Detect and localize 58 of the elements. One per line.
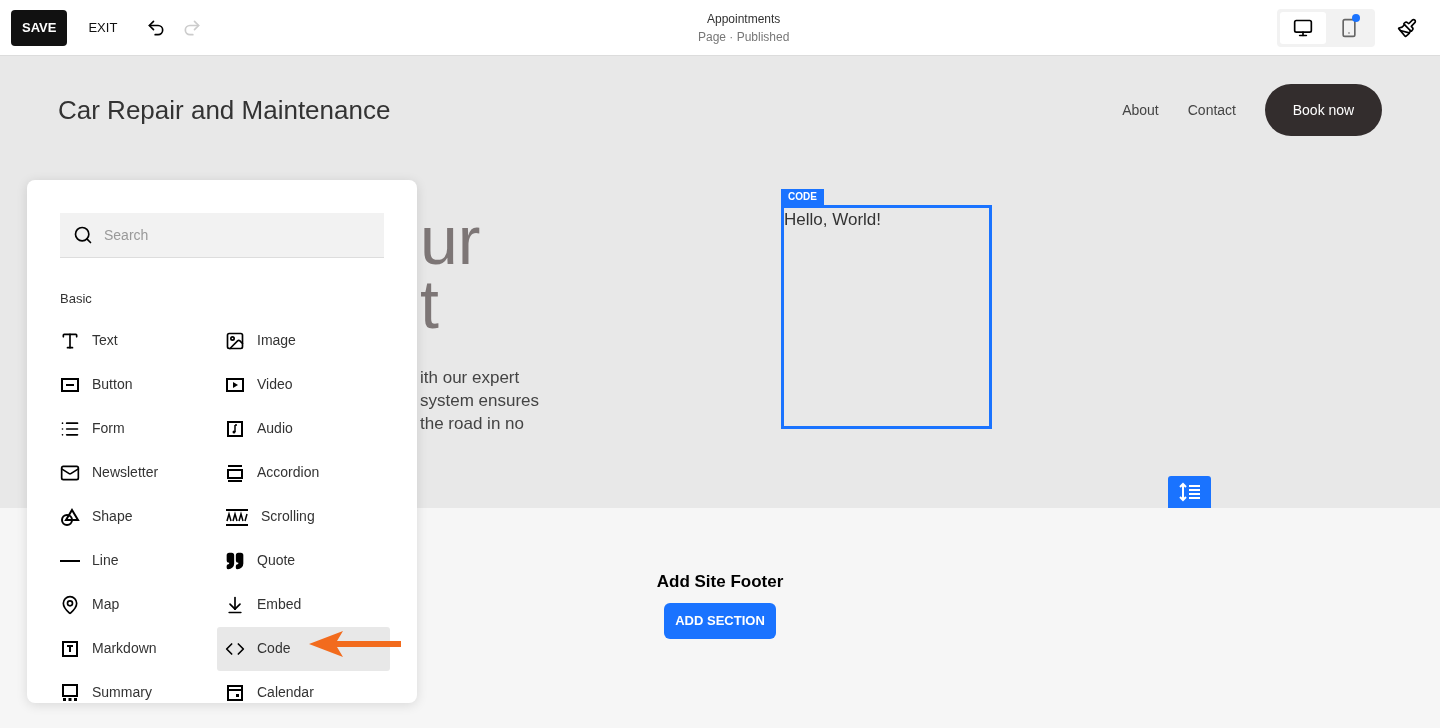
block-option[interactable]: Button [52, 362, 217, 407]
desktop-view-button[interactable] [1280, 11, 1326, 44]
block-option[interactable]: Map [52, 582, 217, 627]
block-option[interactable]: Line [52, 538, 217, 583]
block-option[interactable]: Image [217, 318, 390, 363]
hero-text: system ensures [420, 390, 540, 412]
music-note-icon [225, 418, 245, 439]
redo-icon [182, 17, 203, 38]
hero-heading: ur [420, 208, 481, 272]
accordion-icon [225, 462, 245, 483]
exit-button[interactable]: EXIT [77, 17, 129, 38]
site-title: Car Repair and Maintenance [58, 93, 392, 127]
image-icon [225, 330, 245, 351]
spacing-button[interactable] [1168, 476, 1211, 508]
block-option[interactable]: Code [217, 626, 390, 671]
footer-heading: Add Site Footer [656, 571, 784, 593]
phone-icon [1339, 17, 1359, 38]
block-option[interactable]: Audio [217, 406, 390, 451]
search-field[interactable]: Search [60, 213, 384, 258]
block-option[interactable]: Calendar [217, 670, 390, 715]
block-option[interactable]: Newsletter [52, 450, 217, 495]
section-heading: Basic [60, 290, 93, 308]
summary-icon [60, 682, 80, 703]
block-option[interactable]: Markdown [52, 626, 217, 671]
download-icon [225, 594, 245, 615]
block-option[interactable]: Form [52, 406, 217, 451]
block-option[interactable]: Accordion [217, 450, 390, 495]
desktop-icon [1293, 17, 1313, 38]
book-now-button[interactable]: Book now [1265, 84, 1382, 136]
block-option[interactable]: Video [217, 362, 390, 407]
line-icon [60, 559, 80, 562]
shape-icon [60, 506, 80, 527]
quote-icon [225, 550, 245, 571]
hero-text: the road in no [420, 413, 524, 435]
hero-heading: t [420, 272, 439, 336]
scrolling-icon [225, 506, 249, 527]
nav-link[interactable]: About [1122, 99, 1159, 121]
code-block-label: CODE [781, 189, 824, 205]
markdown-icon [60, 638, 80, 659]
save-button[interactable]: SAVE [11, 9, 68, 46]
add-section-button[interactable]: ADD SECTION [664, 602, 776, 639]
block-option[interactable]: Text [52, 318, 217, 363]
page-title: Appointments [706, 10, 781, 28]
search-icon [73, 225, 93, 245]
calendar-icon [225, 682, 245, 703]
block-option[interactable]: Shape [52, 494, 217, 539]
map-pin-icon [60, 594, 80, 615]
code-block[interactable]: Hello, World! [781, 205, 992, 429]
hero-text: ith our expert [420, 367, 520, 389]
block-option[interactable]: Embed [217, 582, 390, 627]
page-status: Page · Published [697, 28, 790, 46]
block-option[interactable]: Quote [217, 538, 390, 583]
nav-link[interactable]: Contact [1187, 99, 1236, 121]
block-option[interactable]: Summary [52, 670, 217, 715]
code-output: Hello, World! [784, 210, 881, 229]
block-option[interactable]: Scrolling [217, 494, 390, 539]
line-spacing-icon [1177, 482, 1202, 502]
paintbrush-icon [1397, 17, 1417, 38]
